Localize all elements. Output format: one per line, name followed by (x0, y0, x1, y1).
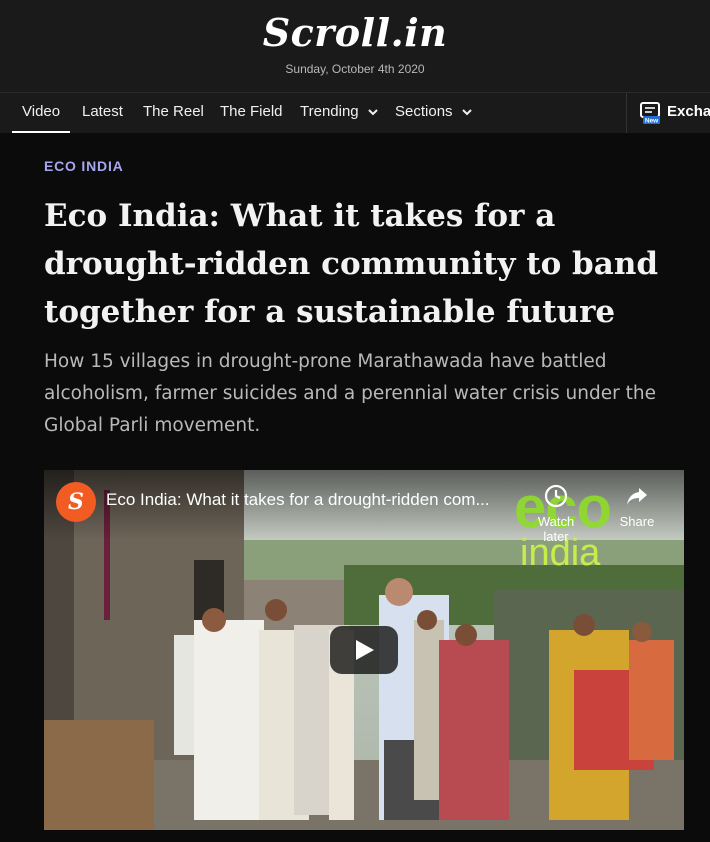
share-button[interactable]: Share (607, 484, 667, 529)
nav-item-latest[interactable]: Latest (82, 93, 123, 131)
video-player[interactable]: eco india S Eco India: What it takes for… (44, 470, 684, 830)
article-kicker[interactable]: ECO INDIA (44, 158, 124, 174)
watch-later-button[interactable]: Watch later (526, 484, 586, 544)
nav-item-trending[interactable]: Trending (300, 93, 378, 131)
chevron-down-icon (462, 108, 472, 115)
nav-item-label: The Reel (143, 103, 204, 120)
nav-item-label: Latest (82, 103, 123, 120)
nav-item-video[interactable]: Video (12, 93, 71, 133)
exchange-label: Exchange (667, 103, 710, 120)
article-subhead: How 15 villages in drought-prone Maratha… (44, 351, 656, 436)
nav-item-label: Video (22, 103, 61, 120)
article-headline: Eco India: What it takes for a drought-r… (44, 198, 659, 330)
nav-item-label: Trending (300, 103, 359, 120)
nav-item-label: Sections (395, 103, 453, 120)
nav-bar: Video Latest The Reel The Field Trending… (0, 92, 710, 133)
nav-item-sections[interactable]: Sections (395, 93, 472, 131)
play-button[interactable] (330, 626, 398, 674)
share-label: Share (619, 514, 655, 529)
nav-item-label: The Field (220, 103, 283, 120)
site-logo[interactable]: Scroll.in (0, 10, 710, 55)
clock-icon (544, 484, 568, 508)
play-icon (356, 640, 374, 660)
nav-item-the-field[interactable]: The Field (220, 93, 283, 131)
site-date: Sunday, October 4th 2020 (285, 62, 425, 76)
masthead: Scroll.in Sunday, October 4th 2020 (0, 0, 710, 92)
chat-bubble-icon: New (640, 102, 660, 125)
watch-later-label: Watch later (537, 514, 575, 544)
chevron-down-icon (368, 108, 378, 115)
scroll-logo-icon[interactable]: S (56, 482, 96, 522)
exchange-link[interactable]: New Exchange (626, 93, 710, 133)
nav-item-the-reel[interactable]: The Reel (143, 93, 204, 131)
share-arrow-icon (627, 488, 647, 505)
new-badge: New (645, 118, 659, 125)
video-title[interactable]: Eco India: What it takes for a drought-r… (106, 490, 526, 510)
